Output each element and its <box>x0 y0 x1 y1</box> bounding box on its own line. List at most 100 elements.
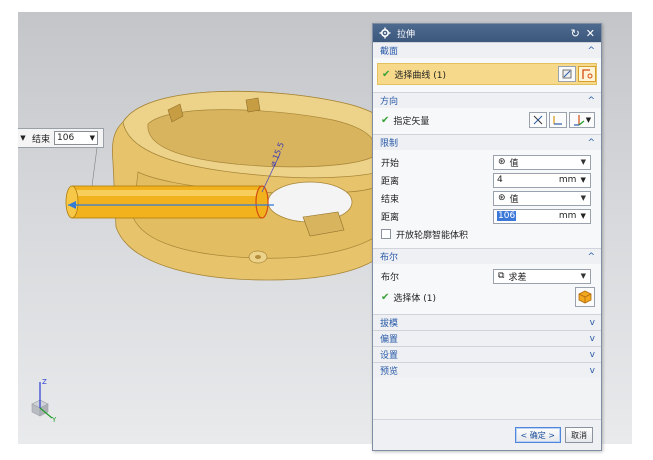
section-header-label: 偏置 <box>380 335 399 345</box>
end-option-select[interactable]: ⊛ 值 ▼ <box>493 190 591 206</box>
section-header-offset[interactable]: 偏置 v <box>373 330 601 346</box>
specify-vector-label: 指定矢量 <box>393 116 430 127</box>
section-header-label: 限制 <box>380 139 399 149</box>
end-distance-field[interactable]: 106 <box>494 211 547 221</box>
chevron-up-icon: ^ <box>587 95 595 106</box>
chevron-down-icon: ▼ <box>580 194 586 202</box>
start-distance-value[interactable]: 4 <box>494 175 547 185</box>
vector-icon <box>553 116 562 125</box>
section-header-label: 方向 <box>380 97 399 107</box>
subtract-icon: ⧉ <box>498 271 505 281</box>
dialog-title: 拉伸 <box>397 29 416 40</box>
boolean-option-value: 求差 <box>508 272 527 283</box>
end-distance-row: 距离 106 mm ▼ <box>381 207 595 225</box>
chevron-down-icon: v <box>589 349 595 360</box>
end-label: 结束 <box>32 134 51 145</box>
section-header-limits[interactable]: 限制 ^ <box>373 134 601 150</box>
triad-z-label: Z <box>42 378 47 386</box>
chevron-down-icon: ▼ <box>89 134 96 142</box>
chevron-up-icon: ^ <box>587 251 595 262</box>
solid-body-icon <box>578 290 592 304</box>
sketch-icon <box>562 69 572 79</box>
select-body-label: 选择体 (1) <box>393 293 437 304</box>
end-distance-value: 106 <box>497 211 517 221</box>
end-value-select[interactable]: 106 ▼ <box>54 131 99 145</box>
inferred-vector-dropdown[interactable]: ▼ <box>569 112 595 128</box>
end-option-value: 值 <box>509 194 519 205</box>
chevron-down-icon: ▼ <box>580 158 586 166</box>
section-header-label: 预览 <box>380 367 399 377</box>
end-row: 结束 ⊛ 值 ▼ <box>381 189 595 207</box>
section-header-settings[interactable]: 设置 v <box>373 346 601 362</box>
start-distance-row: 距离 4 mm ▼ <box>381 171 595 189</box>
start-distance-input[interactable]: 4 mm ▼ <box>493 172 591 188</box>
dialog-footer: < 确定 > 取消 <box>373 419 601 450</box>
start-distance-label: 距离 <box>381 176 400 187</box>
chevron-down-icon: v <box>589 333 595 344</box>
close-icon[interactable]: ✕ <box>586 28 595 39</box>
chevron-down-icon: v <box>589 365 595 376</box>
extrude-dialog: 拉伸 ↻ ✕ 截面 ^ ✔ 选择曲线 (1) 方向 ^ ✔ 指定矢量 ▼ 限制 … <box>372 23 602 451</box>
value-icon: ⊛ <box>498 193 506 203</box>
reverse-direction-icon <box>533 115 543 125</box>
select-curve-label: 选择曲线 (1) <box>394 70 447 81</box>
chevron-down-icon: ▼ <box>585 116 592 124</box>
section-header-label: 布尔 <box>380 253 399 263</box>
chevron-down-icon: ▼ <box>580 272 586 280</box>
extrude-cylinder-end <box>65 185 79 219</box>
chevron-up-icon: ^ <box>587 45 595 56</box>
dropdown-arrow-icon[interactable]: ▼ <box>18 134 28 142</box>
start-row: 开始 ⊛ 值 ▼ <box>381 153 595 171</box>
reverse-direction-button[interactable] <box>529 112 547 128</box>
end-distance-floating-bar: ▼ 结束 106 ▼ <box>18 128 104 148</box>
boolean-row: 布尔 ⧉ 求差 ▼ <box>381 267 595 285</box>
value-icon: ⊛ <box>498 157 506 167</box>
section-header-direction[interactable]: 方向 ^ <box>373 92 601 108</box>
section-header-section[interactable]: 截面 ^ <box>373 42 601 58</box>
end-value: 106 <box>57 133 75 143</box>
check-icon: ✔ <box>381 114 390 126</box>
section-header-preview[interactable]: 预览 v <box>373 362 601 378</box>
dialog-titlebar[interactable]: 拉伸 ↻ ✕ <box>373 24 601 42</box>
chevron-down-icon: v <box>589 317 595 328</box>
section-header-label: 拔模 <box>380 319 399 329</box>
open-profile-label: 开放轮廓智能体积 <box>396 230 469 241</box>
boolean-label: 布尔 <box>381 272 400 283</box>
select-curve-row[interactable]: ✔ 选择曲线 (1) <box>377 63 597 85</box>
ok-button[interactable]: < 确定 > <box>514 427 561 443</box>
select-body-button[interactable] <box>575 287 595 307</box>
section-header-draft[interactable]: 拔模 v <box>373 314 601 330</box>
triad-y-label: Y <box>51 416 57 424</box>
curve-select-icon <box>582 69 593 79</box>
section-header-boolean[interactable]: 布尔 ^ <box>373 248 601 264</box>
vector-axis-icon <box>573 115 585 126</box>
start-label: 开始 <box>381 158 400 169</box>
start-option-select[interactable]: ⊛ 值 ▼ <box>493 154 591 170</box>
chevron-up-icon: ^ <box>587 137 595 148</box>
part-boss-hole <box>255 255 261 259</box>
section-header-label: 设置 <box>380 351 399 361</box>
check-icon: ✔ <box>381 291 390 303</box>
chevron-down-icon[interactable]: ▼ <box>576 176 590 184</box>
boolean-select[interactable]: ⧉ 求差 ▼ <box>493 268 591 284</box>
specify-vector-row[interactable]: ✔ 指定矢量 ▼ <box>381 111 595 129</box>
check-icon: ✔ <box>382 68 391 80</box>
extrude-cylinder-start <box>255 185 269 219</box>
end-label: 结束 <box>381 194 400 205</box>
end-distance-unit: mm <box>558 211 577 221</box>
sketch-section-button[interactable] <box>558 66 576 82</box>
open-profile-checkbox[interactable] <box>381 229 391 239</box>
part-notch-right <box>245 97 261 113</box>
chevron-down-icon[interactable]: ▼ <box>576 212 590 220</box>
select-body-row[interactable]: ✔ 选择体 (1) <box>381 285 595 309</box>
reset-icon[interactable]: ↻ <box>571 28 580 39</box>
end-distance-input[interactable]: 106 mm ▼ <box>493 208 591 224</box>
start-distance-unit: mm <box>558 175 577 185</box>
gear-icon <box>379 27 391 39</box>
coordinate-triad: Z Y <box>31 378 57 424</box>
open-profile-row[interactable]: 开放轮廓智能体积 <box>381 225 595 243</box>
cancel-button[interactable]: 取消 <box>565 427 593 443</box>
curve-select-button[interactable] <box>578 66 596 82</box>
vector-dialog-button[interactable] <box>549 112 567 128</box>
end-distance-label: 距离 <box>381 212 400 223</box>
